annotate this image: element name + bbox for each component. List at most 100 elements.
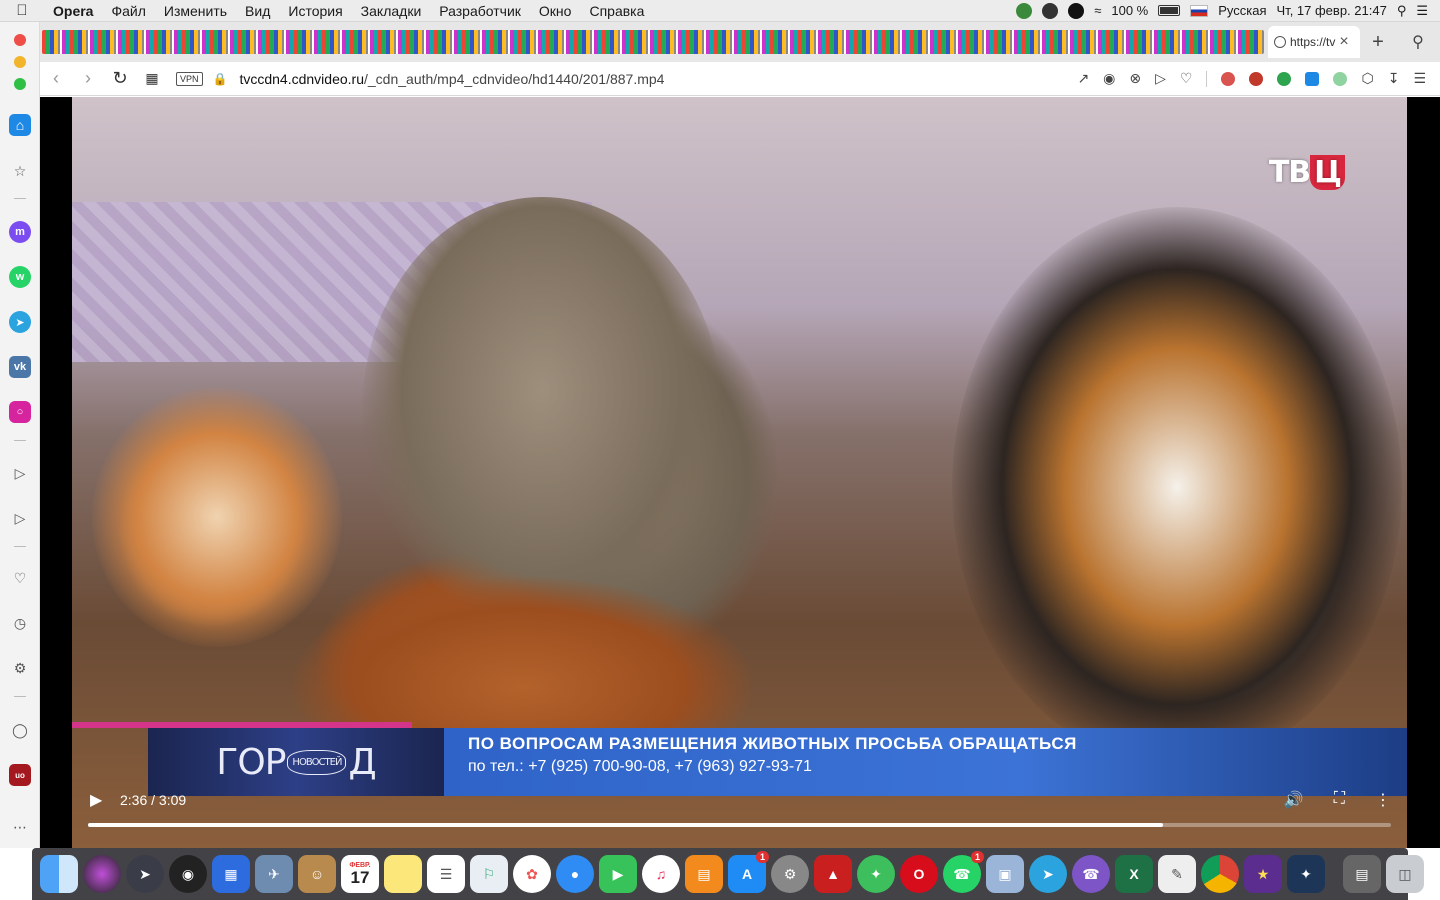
- telegram-dock-icon[interactable]: ➤: [1029, 855, 1067, 893]
- music-icon[interactable]: ♫: [642, 855, 680, 893]
- cube-icon[interactable]: ⬡: [1361, 70, 1373, 87]
- facetime-icon[interactable]: ▶: [599, 855, 637, 893]
- finder-icon[interactable]: [40, 855, 78, 893]
- screenshot-folder-icon[interactable]: ▤: [1343, 855, 1381, 893]
- input-source-label[interactable]: Русская: [1218, 3, 1266, 18]
- menu-app-name[interactable]: Opera: [44, 3, 102, 19]
- apple-icon[interactable]: : [0, 2, 44, 19]
- skype-icon[interactable]: [1068, 2, 1085, 19]
- menu-developer[interactable]: Разработчик: [430, 3, 530, 19]
- chrome-icon[interactable]: [1201, 855, 1239, 893]
- reminders-icon[interactable]: ☰: [427, 855, 465, 893]
- extension-blue-icon[interactable]: [1305, 71, 1320, 86]
- viber-icon[interactable]: ☎: [1072, 855, 1110, 893]
- menu-history[interactable]: История: [279, 3, 351, 19]
- clock[interactable]: Чт, 17 февр. 21:47: [1277, 3, 1387, 18]
- wifi-icon[interactable]: ≈: [1094, 3, 1101, 18]
- notification-center-icon[interactable]: ☰: [1416, 3, 1428, 19]
- forward-icon[interactable]: ›: [72, 68, 104, 89]
- heart-icon[interactable]: ♡: [1180, 70, 1193, 87]
- progress-bar[interactable]: [88, 823, 1391, 827]
- contacts-icon[interactable]: ☺: [298, 855, 336, 893]
- share-icon[interactable]: ↗: [1077, 70, 1089, 87]
- mission-control-icon[interactable]: ▦: [212, 855, 250, 893]
- launchpad-icon[interactable]: ➤: [126, 855, 164, 893]
- flow-send-icon[interactable]: ▷: [9, 507, 31, 529]
- extension-red-icon[interactable]: [1221, 71, 1236, 86]
- new-tab-button[interactable]: +: [1360, 31, 1396, 54]
- menu-view[interactable]: Вид: [236, 3, 279, 19]
- vk-icon[interactable]: vk: [9, 356, 31, 378]
- tab-close-icon[interactable]: ×: [1339, 33, 1348, 51]
- reload-icon[interactable]: ↻: [104, 68, 136, 89]
- whatsapp-icon[interactable]: w: [9, 266, 31, 288]
- tab-search-icon[interactable]: ⚲: [1396, 32, 1440, 52]
- favorites-heart-icon[interactable]: ♡: [9, 567, 31, 589]
- vpn-badge[interactable]: VPN: [176, 71, 203, 86]
- messenger-icon[interactable]: m: [9, 221, 31, 243]
- preview-icon[interactable]: ✈: [255, 855, 293, 893]
- trash-icon[interactable]: ◫: [1386, 855, 1424, 893]
- siri-icon[interactable]: [83, 855, 121, 893]
- maximize-window-icon[interactable]: [14, 78, 26, 90]
- telegram-icon[interactable]: ➤: [9, 311, 31, 333]
- home-icon[interactable]: ⌂: [9, 114, 31, 136]
- player-icon[interactable]: ▷: [9, 462, 31, 484]
- download-icon[interactable]: ↧: [1388, 70, 1400, 87]
- active-tab[interactable]: https://tv ×: [1268, 26, 1360, 58]
- history-clock-icon[interactable]: ◷: [9, 612, 31, 634]
- fullscreen-icon[interactable]: ⛶: [1334, 790, 1345, 810]
- russian-flag-icon[interactable]: [1190, 4, 1209, 17]
- volume-icon[interactable]: 🔊: [1284, 790, 1304, 810]
- messages-icon[interactable]: ●: [556, 855, 594, 893]
- app-store-icon[interactable]: A1: [728, 851, 769, 893]
- back-icon[interactable]: ‹: [40, 68, 72, 89]
- more-dots-icon[interactable]: ⋯: [9, 816, 31, 838]
- tips-lightbulb-icon[interactable]: ◯: [9, 719, 31, 741]
- menu-window[interactable]: Окно: [530, 3, 581, 19]
- spotlight-search-icon[interactable]: ⚲: [1397, 3, 1407, 19]
- excel-icon[interactable]: X: [1115, 855, 1153, 893]
- video-frame[interactable]: ТВ Ц ГОР НОВОСТЕЙ Д ПО ВОПРОСАМ РАЗМЕЩЕНИЯ …: [72, 97, 1407, 848]
- block-icon[interactable]: ⊗: [1129, 70, 1141, 87]
- ublock-icon[interactable]: uo: [9, 764, 31, 786]
- maps-icon[interactable]: ⚐: [470, 855, 508, 893]
- camera-icon[interactable]: ◉: [1103, 70, 1115, 87]
- menu-bookmarks[interactable]: Закладки: [352, 3, 431, 19]
- shield-icon[interactable]: [1016, 2, 1033, 19]
- image-capture-icon[interactable]: ▣: [986, 855, 1024, 893]
- tab-overview-icon[interactable]: ▦: [136, 70, 168, 87]
- easy-setup-icon[interactable]: ☰: [1413, 70, 1426, 87]
- lock-icon[interactable]: 🔒: [213, 72, 228, 86]
- url-field[interactable]: tvccdn4.cdnvideo.ru/_cdn_auth/mp4_cdnvid…: [239, 71, 664, 87]
- extension-red2-icon[interactable]: [1249, 71, 1264, 86]
- settings-gear-icon[interactable]: ⚙: [9, 657, 31, 679]
- parrot-icon[interactable]: ✦: [857, 855, 895, 893]
- textedit-icon[interactable]: ✎: [1158, 855, 1196, 893]
- notes-icon[interactable]: [384, 855, 422, 893]
- opera-icon[interactable]: O: [900, 855, 938, 893]
- whatsapp-dock-icon[interactable]: ☎ 1: [943, 851, 984, 893]
- menu-file[interactable]: Файл: [102, 3, 154, 19]
- dashboard-icon[interactable]: ◉: [169, 855, 207, 893]
- books-icon[interactable]: ▤: [685, 855, 723, 893]
- more-options-icon[interactable]: ⋮: [1375, 790, 1391, 810]
- extension-light-green-icon[interactable]: [1333, 71, 1348, 86]
- bookmarks-star-icon[interactable]: ☆: [9, 160, 31, 182]
- menu-help[interactable]: Справка: [580, 3, 653, 19]
- pinned-tabs-favicons[interactable]: [42, 30, 1264, 54]
- photos-icon[interactable]: ✿: [513, 855, 551, 893]
- battery-icon[interactable]: [1158, 5, 1181, 16]
- menu-edit[interactable]: Изменить: [155, 3, 236, 19]
- instagram-icon[interactable]: ○: [9, 401, 31, 423]
- extension-green-icon[interactable]: [1277, 71, 1292, 86]
- close-window-icon[interactable]: [14, 34, 26, 46]
- acrobat-icon[interactable]: ▲: [814, 855, 852, 893]
- navigation-icon[interactable]: [1042, 2, 1059, 19]
- calendar-icon[interactable]: ФЕВР. 17: [341, 855, 379, 893]
- mail-bird-icon[interactable]: ✦: [1287, 855, 1325, 893]
- send-icon[interactable]: ▷: [1155, 70, 1166, 87]
- system-preferences-icon[interactable]: ⚙: [771, 855, 809, 893]
- minimize-window-icon[interactable]: [14, 56, 26, 68]
- play-icon[interactable]: ▶: [90, 790, 102, 810]
